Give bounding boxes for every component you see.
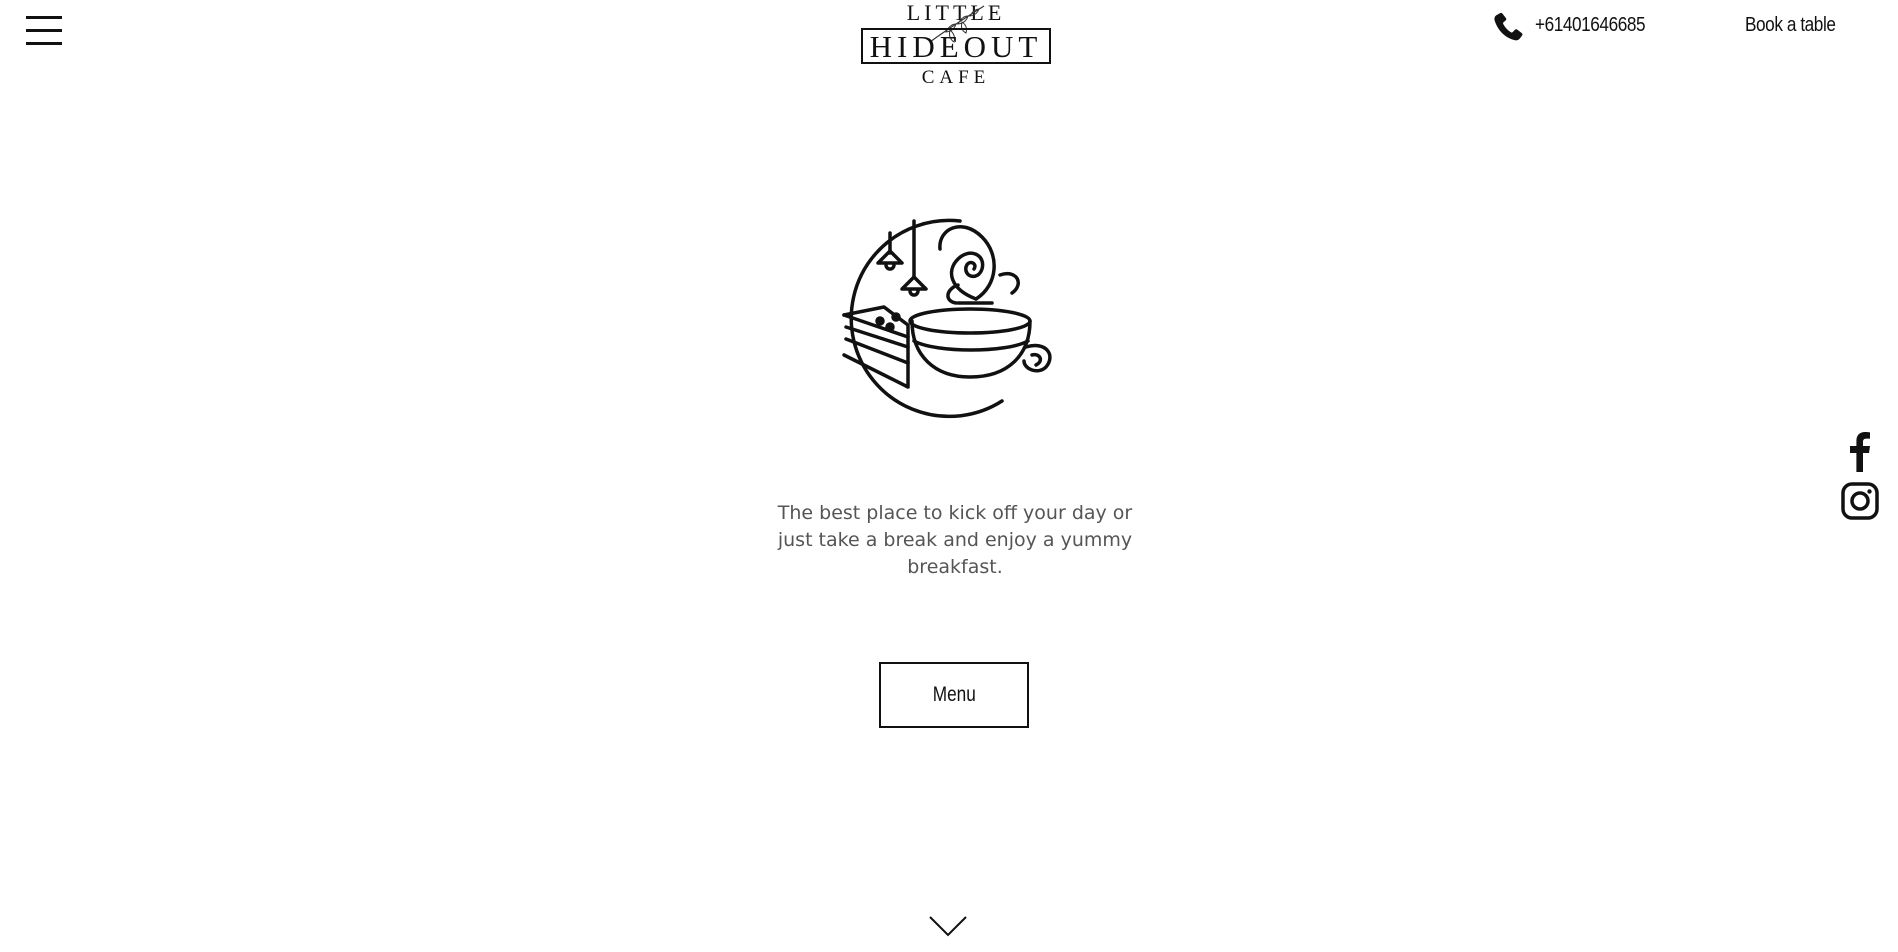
facebook-icon[interactable]: [1840, 428, 1880, 474]
hero-tagline: The best place to kick off your day or j…: [777, 502, 1133, 578]
logo-line-hideout: HIDEOUT: [861, 28, 1051, 64]
social-links: [1840, 428, 1880, 528]
menu-button[interactable]: Menu: [879, 662, 1029, 728]
coffee-cake-icon: [842, 218, 1052, 419]
menu-button-label: Menu: [932, 683, 976, 706]
site-logo[interactable]: LITTLE HIDEOUT CAFE: [858, 0, 1054, 96]
hamburger-icon[interactable]: [26, 14, 64, 46]
book-a-table-link[interactable]: Book a table: [1745, 14, 1836, 37]
phone-icon[interactable]: [1490, 9, 1526, 47]
chevron-down-icon[interactable]: [928, 914, 968, 938]
logo-line-cafe: CAFE: [921, 67, 991, 88]
page: LITTLE HIDEOUT CAFE +61401646685 Book a …: [0, 0, 1898, 952]
instagram-icon[interactable]: [1840, 478, 1880, 524]
phone-number-link[interactable]: +61401646685: [1535, 14, 1646, 37]
